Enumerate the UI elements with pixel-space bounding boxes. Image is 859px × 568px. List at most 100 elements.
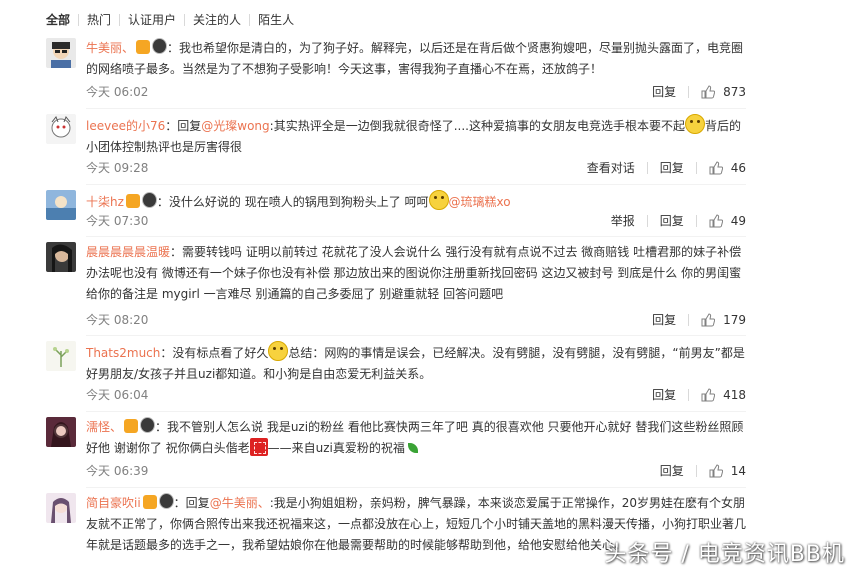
laugh-emoji-icon: [684, 114, 705, 134]
comment-actions: 举报 回复 49: [599, 212, 746, 230]
comment-meta: 今天 06:04 回复 418: [86, 386, 746, 404]
level-badge-icon[interactable]: [141, 192, 157, 208]
reply-button[interactable]: 回复: [648, 159, 696, 177]
comment-divider: [86, 108, 746, 109]
like-count: 49: [730, 214, 746, 228]
like-count: 14: [730, 464, 746, 478]
filter-strangers[interactable]: 陌生人: [250, 10, 302, 30]
vip-badge-icon[interactable]: [136, 40, 151, 54]
filter-hot[interactable]: 热门: [79, 10, 119, 30]
avatar[interactable]: [46, 341, 76, 371]
comment-actions: 查看对话 回复 46: [575, 159, 746, 177]
reply-prefix: ：回复: [165, 119, 202, 133]
mention-link[interactable]: @光璨wong: [201, 119, 269, 133]
comment-body: Thats2much：没有标点看了好久 总结：网购的事情是误会，已经解决。没有劈腿…: [86, 341, 746, 385]
avatar[interactable]: [46, 493, 76, 523]
laugh-emoji-icon: [268, 341, 289, 361]
comment-text: leevee的小76：回复@光璨wong:其实热评全是一边倒我就很奇怪了....…: [86, 114, 746, 158]
vip-badge-icon[interactable]: [125, 194, 140, 208]
comment-time: 今天 06:02: [86, 85, 149, 99]
comment-divider: [86, 411, 746, 412]
reply-button[interactable]: 回复: [640, 311, 688, 329]
comment-time: 今天 08:20: [86, 313, 149, 327]
comment-content: ：没有标点看了好久: [160, 346, 269, 360]
like-count: 418: [723, 388, 746, 402]
like-count: 46: [730, 161, 746, 175]
username[interactable]: Thats2much: [86, 346, 160, 360]
like-count: 873: [723, 85, 746, 99]
comment-content: ：没什么好说的 现在喷人的锅甩到狗粉头上了 呵呵: [156, 195, 429, 209]
comment-time: 今天 06:04: [86, 388, 149, 402]
username[interactable]: 十柒hz: [86, 195, 124, 209]
level-badge-icon[interactable]: [158, 493, 174, 509]
comment-body: 晨晨晨晨晨温暖：需要转钱吗 证明以前转过 花就花了没人会说什么 强行没有就有点说…: [86, 242, 746, 305]
mention-link[interactable]: @牛美丽、: [210, 496, 270, 510]
level-badge-icon[interactable]: [152, 38, 168, 54]
level-badge-icon[interactable]: [140, 417, 156, 433]
comment-divider: [86, 487, 746, 488]
smile-emoji-icon: [428, 190, 449, 210]
comment-meta: 今天 07:30 举报 回复 49: [86, 212, 746, 230]
filter-following[interactable]: 关注的人: [185, 10, 249, 30]
username[interactable]: leevee的小76: [86, 119, 165, 133]
thumbs-up-icon: [709, 214, 723, 228]
comment-divider: [86, 236, 746, 237]
comment-content-tail: ——来自uzi真爱粉的祝福: [267, 441, 405, 455]
avatar[interactable]: [46, 190, 76, 220]
thumbs-up-icon: [709, 161, 723, 175]
like-button[interactable]: 179: [689, 311, 746, 329]
filter-all[interactable]: 全部: [46, 10, 78, 30]
username[interactable]: 晨晨晨晨晨温暖: [86, 245, 170, 259]
like-button[interactable]: 418: [689, 386, 746, 404]
vip-badge-icon[interactable]: [124, 419, 139, 433]
avatar[interactable]: [46, 242, 76, 272]
reply-button[interactable]: 回复: [640, 83, 688, 101]
comment-time: 今天 09:28: [86, 161, 149, 175]
comment-content: ：需要转钱吗 证明以前转过 花就花了没人会说什么 强行没有就有点说不过去 微商赔…: [86, 245, 742, 301]
like-count: 179: [723, 313, 746, 327]
username[interactable]: 牛美丽、: [86, 41, 134, 55]
comment-body: 十柒hz ：没什么好说的 现在喷人的锅甩到狗粉头上了 呵呵 @琉璃糕xo: [86, 190, 746, 213]
username[interactable]: 濡怪、: [86, 420, 122, 434]
comment-actions: 回复 179: [640, 311, 746, 329]
reply-button[interactable]: 回复: [648, 462, 696, 480]
vip-badge-icon[interactable]: [142, 495, 157, 509]
comment-text: Thats2much：没有标点看了好久 总结：网购的事情是误会，已经解决。没有劈腿…: [86, 341, 746, 385]
comment-filter-bar: 全部 热门 认证用户 关注的人 陌生人: [46, 10, 302, 30]
avatar[interactable]: [46, 417, 76, 447]
thumbs-up-icon: [701, 85, 716, 99]
comment-actions: 回复 14: [648, 462, 746, 480]
blessing-sticker-icon: [249, 438, 268, 456]
view-conversation-button[interactable]: 查看对话: [575, 159, 647, 177]
like-button[interactable]: 14: [697, 462, 746, 480]
watermark: 头条号 / 电竞资讯BB机: [604, 542, 845, 567]
like-button[interactable]: 873: [689, 83, 746, 101]
comment-meta: 今天 06:02 回复 873: [86, 83, 746, 101]
filter-verified[interactable]: 认证用户: [120, 10, 184, 30]
username[interactable]: 简自豪吹ii: [86, 496, 141, 510]
thumbs-up-icon: [709, 464, 723, 478]
leaf-emoji-icon: [407, 443, 418, 453]
comment-time: 今天 06:39: [86, 464, 149, 478]
report-button[interactable]: 举报: [599, 212, 647, 230]
comment-text: 濡怪、 ：我不管别人怎么说 我是uzi的粉丝 看他比赛快两三年了吧 真的很喜欢他 …: [86, 417, 746, 459]
thumbs-up-icon: [701, 313, 716, 327]
comment-divider: [86, 184, 746, 185]
avatar[interactable]: [46, 38, 76, 68]
reply-button[interactable]: 回复: [640, 386, 688, 404]
comment-content: :其实热评全是一边倒我就很奇怪了....这种爱搞事的女朋友电竞选手根本要不起: [269, 119, 685, 133]
comment-text: 牛美丽、 ：我也希望你是清白的，为了狗子好。解释完，以后还是在背后做个贤惠狗嫂吧，…: [86, 38, 746, 80]
avatar[interactable]: [46, 114, 76, 144]
reply-button[interactable]: 回复: [648, 212, 696, 230]
comment-body: 牛美丽、 ：我也希望你是清白的，为了狗子好。解释完，以后还是在背后做个贤惠狗嫂吧，…: [86, 38, 746, 80]
comment-meta: 今天 06:39 回复 14: [86, 462, 746, 480]
like-button[interactable]: 49: [697, 212, 746, 230]
comment-text: 晨晨晨晨晨温暖：需要转钱吗 证明以前转过 花就花了没人会说什么 强行没有就有点说…: [86, 242, 746, 305]
like-button[interactable]: 46: [697, 159, 746, 177]
comment-time: 今天 07:30: [86, 214, 149, 228]
comment-meta: 今天 08:20 回复 179: [86, 311, 746, 329]
comment-body: 濡怪、 ：我不管别人怎么说 我是uzi的粉丝 看他比赛快两三年了吧 真的很喜欢他 …: [86, 417, 746, 459]
mention-link[interactable]: @琉璃糕xo: [449, 195, 511, 209]
comment-content: ：我也希望你是清白的，为了狗子好。解释完，以后还是在背后做个贤惠狗嫂吧，尽量别抛…: [86, 41, 744, 76]
comment-body: leevee的小76：回复@光璨wong:其实热评全是一边倒我就很奇怪了....…: [86, 114, 746, 158]
